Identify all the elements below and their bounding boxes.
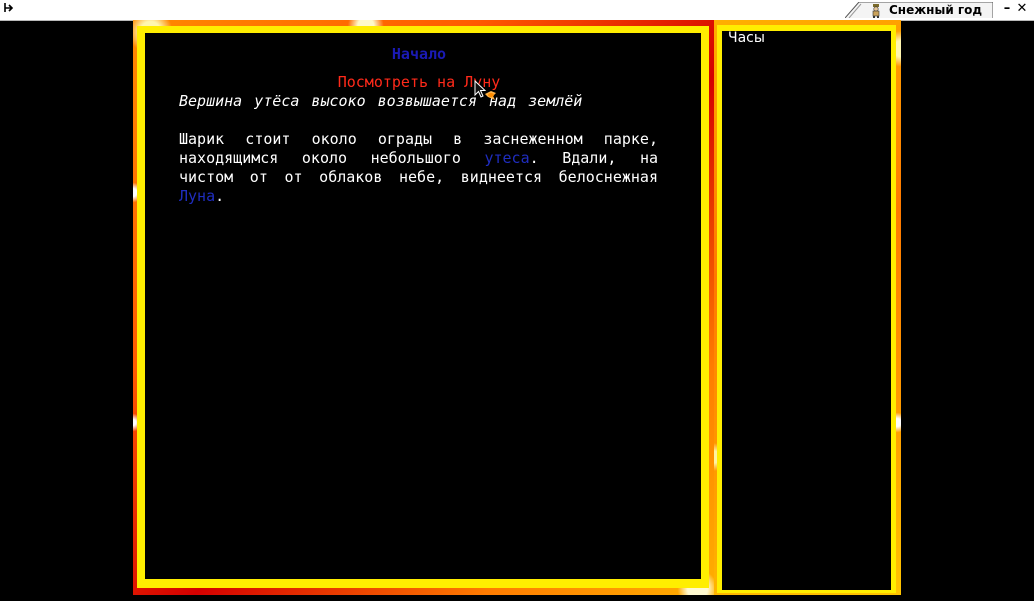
- cliff-link[interactable]: утеса: [484, 149, 529, 167]
- room-title: Начало: [391, 45, 447, 63]
- clock-label: Часы: [728, 30, 765, 46]
- window-title: Снежный год: [889, 3, 983, 17]
- window-menu-button[interactable]: [3, 2, 17, 16]
- story-line: находящимся около небольшого утеса. Вдал…: [179, 149, 658, 168]
- window-title-tab[interactable]: Снежный год: [845, 2, 993, 18]
- look-at-moon-link[interactable]: Посмотреть на Луну: [133, 73, 705, 92]
- arrow-icon: [4, 3, 14, 12]
- moon-link[interactable]: Луна: [179, 187, 215, 205]
- story-line: чистом от от облаков небе, виднеется бел…: [179, 168, 658, 186]
- side-panel-frame: [714, 20, 901, 595]
- minimize-button[interactable]: –: [1000, 1, 1014, 17]
- story-text: Шарик стоит около ограды в заснеженном п…: [179, 130, 658, 206]
- close-button[interactable]: ✕: [1015, 1, 1029, 17]
- story-line: Шарик стоит около ограды в заснеженном п…: [179, 130, 658, 148]
- side-panel: [722, 31, 891, 590]
- location-description: Вершина утёса высоко возвышается над зем…: [179, 92, 583, 110]
- story-text-fragment: .: [215, 187, 225, 205]
- window-titlebar: Снежный год – ✕: [0, 0, 1034, 21]
- main-text-panel: [145, 33, 701, 579]
- story-text-fragment: . Вдали, на: [529, 149, 659, 167]
- story-text-fragment: находящимся около небольшого: [179, 149, 461, 167]
- story-line: Луна.: [179, 187, 658, 206]
- app-icon: [872, 4, 880, 18]
- mouse-cursor-icon: [474, 80, 496, 100]
